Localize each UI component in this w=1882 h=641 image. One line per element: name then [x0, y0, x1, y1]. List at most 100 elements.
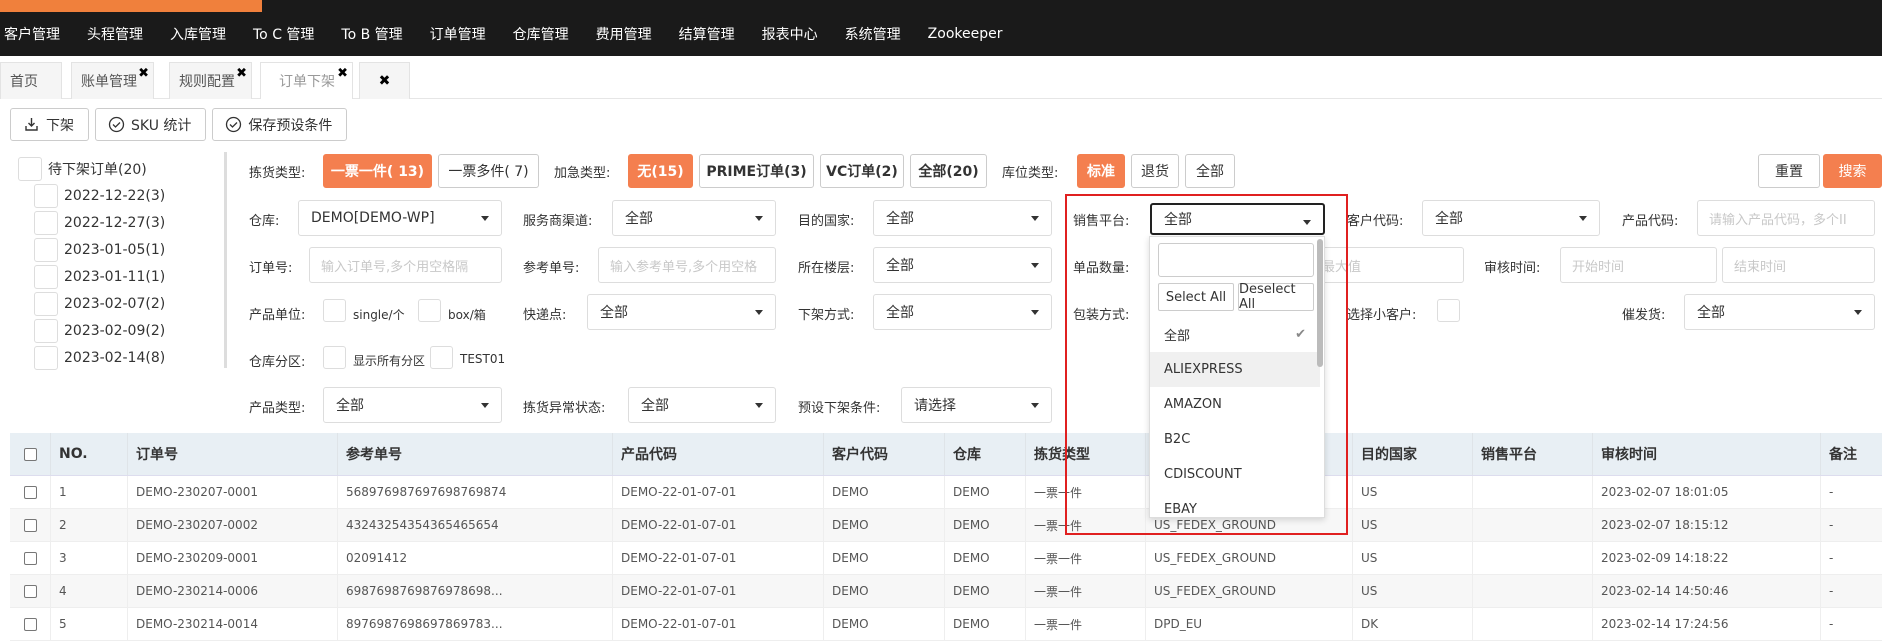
close-icon[interactable]: ✖	[138, 67, 149, 80]
tree-node[interactable]: 2023-01-05(1)	[18, 236, 218, 263]
row-checkbox[interactable]	[23, 518, 37, 532]
express-select[interactable]: 全部	[587, 294, 776, 330]
preset-value: 请选择	[914, 398, 956, 414]
product-type-select[interactable]: 全部	[323, 387, 502, 423]
tree-node[interactable]: 2022-12-27(3)	[18, 209, 218, 236]
pick-single-button[interactable]: 一票一件( 13)	[323, 154, 432, 188]
pick-exception-select[interactable]: 全部	[628, 387, 776, 423]
menu-item-inbound[interactable]: 入库管理	[170, 24, 226, 44]
close-icon[interactable]: ✖	[337, 67, 348, 80]
column-header-product-code[interactable]: 产品代码	[612, 433, 823, 475]
row-checkbox[interactable]	[23, 485, 37, 499]
column-header-platform[interactable]: 销售平台	[1472, 433, 1592, 475]
tree-node[interactable]: 2023-01-11(1)	[18, 263, 218, 290]
column-header-order-no[interactable]: 订单号	[127, 433, 337, 475]
tree-node[interactable]: 2023-02-14(8)	[18, 344, 218, 371]
audit-end-input[interactable]: 结束时间	[1722, 247, 1875, 283]
menu-item-first-leg[interactable]: 头程管理	[87, 24, 143, 44]
column-header-no[interactable]: NO.	[50, 433, 127, 475]
tree-root[interactable]: 待下架订单(20)	[18, 155, 218, 182]
zone-test-checkbox[interactable]	[430, 346, 453, 369]
menu-item-reports[interactable]: 报表中心	[762, 24, 818, 44]
search-button[interactable]: 搜索	[1823, 154, 1882, 188]
menu-item-tob[interactable]: To B 管理	[341, 24, 402, 44]
offshelf-mode-select[interactable]: 全部	[873, 294, 1052, 330]
tab-billing[interactable]: 账单管理 ✖	[71, 62, 154, 99]
menu-item-zookeeper[interactable]: Zookeeper	[928, 26, 1003, 42]
location-all-button[interactable]: 全部	[1185, 154, 1235, 188]
urgent-prime-button[interactable]: PRIME订单(3)	[699, 154, 814, 188]
menu-item-warehouse[interactable]: 仓库管理	[513, 24, 569, 44]
column-header-audit-time[interactable]: 审核时间	[1592, 433, 1820, 475]
customer-code-select[interactable]: 全部	[1422, 200, 1600, 236]
column-header-customer-code[interactable]: 客户代码	[823, 433, 944, 475]
tree-checkbox[interactable]	[34, 183, 58, 208]
urgent-vc-button[interactable]: VC订单(2)	[820, 154, 904, 188]
order-no-input[interactable]: 输入订单号,多个用空格隔	[309, 247, 502, 283]
location-standard-button[interactable]: 标准	[1077, 154, 1125, 188]
tree-checkbox[interactable]	[34, 291, 58, 316]
tree-checkbox[interactable]	[18, 156, 42, 181]
row-checkbox[interactable]	[23, 551, 37, 565]
unit-box-checkbox[interactable]	[418, 299, 441, 322]
menu-item-toc[interactable]: To C 管理	[253, 24, 314, 44]
row-checkbox[interactable]	[23, 584, 37, 598]
country-select[interactable]: 全部	[873, 200, 1052, 236]
table-body: 1 DEMO-230207-0001 5689769876976987698​74 D…	[10, 476, 1882, 641]
save-preset-button[interactable]: 保存预设条件	[212, 108, 348, 141]
menu-item-customer[interactable]: 客户管理	[4, 24, 60, 44]
pick-multi-button[interactable]: 一票多件( 7)	[438, 154, 539, 188]
tree-checkbox[interactable]	[34, 210, 58, 235]
tree-checkbox[interactable]	[34, 237, 58, 262]
preset-select[interactable]: 请选择	[901, 387, 1052, 423]
offshelf-button[interactable]: 下架	[10, 108, 89, 141]
warehouse-select[interactable]: DEMO[DEMO-WP]	[298, 200, 502, 236]
small-customer-checkbox[interactable]	[1437, 299, 1460, 322]
menu-item-orders[interactable]: 订单管理	[430, 24, 486, 44]
column-header-remark[interactable]: 备注	[1820, 433, 1882, 475]
menu-item-settlement[interactable]: 结算管理	[679, 24, 735, 44]
tab-label: 订单下架	[279, 74, 335, 90]
tree-node[interactable]: 2023-02-07(2)	[18, 290, 218, 317]
product-code-input[interactable]: 请输入产品代码，多个II	[1697, 200, 1875, 236]
tree-node-label: 2023-02-14(8)	[64, 349, 166, 366]
menu-item-system[interactable]: 系统管理	[845, 24, 901, 44]
ref-no-input[interactable]: 输入参考单号,多个用空格	[598, 247, 776, 283]
table-row[interactable]: 2 DEMO-230207-0002 43243254354365465654 DEM…	[10, 509, 1882, 542]
column-header-ref-no[interactable]: 参考单号	[337, 433, 612, 475]
close-all-tabs-button[interactable]: ✖	[359, 62, 410, 99]
table-row[interactable]: 1 DEMO-230207-0001 5689769876976987698​74 D…	[10, 476, 1882, 509]
location-return-button[interactable]: 退货	[1131, 154, 1179, 188]
menu-item-fees[interactable]: 费用管理	[596, 24, 652, 44]
row-checkbox[interactable]	[23, 617, 37, 631]
tree-node[interactable]: 2023-02-09(2)	[18, 317, 218, 344]
table-row[interactable]: 5 DEMO-230214-0014 8976987698697869783... D…	[10, 608, 1882, 641]
tab-order-offshelf[interactable]: 订单下架 ✖	[260, 62, 353, 99]
table-row[interactable]: 3 DEMO-230209-0001 02091412 DEMO-22-01-07-0…	[10, 542, 1882, 575]
urgent-all-button[interactable]: 全部(20)	[910, 154, 987, 188]
row-customer-code: DEMO	[823, 509, 944, 541]
tree-checkbox[interactable]	[34, 264, 58, 289]
column-header-warehouse[interactable]: 仓库	[944, 433, 1025, 475]
close-icon[interactable]: ✖	[236, 67, 247, 80]
urge-select[interactable]: 全部	[1684, 294, 1875, 330]
channel-select[interactable]: 全部	[612, 200, 776, 236]
unit-single-checkbox[interactable]	[323, 299, 346, 322]
urgent-none-button[interactable]: 无(15)	[628, 154, 693, 188]
zone-show-all-checkbox[interactable]	[323, 346, 346, 369]
floor-select[interactable]: 全部	[873, 247, 1052, 283]
tab-home[interactable]: 首页	[0, 62, 62, 99]
table-row[interactable]: 4 DEMO-230214-0006 6987698769876978698... D…	[10, 575, 1882, 608]
sku-stats-button[interactable]: SKU 统计	[95, 108, 207, 141]
tab-rules[interactable]: 规则配置 ✖	[169, 62, 252, 99]
customer-code-value: 全部	[1435, 211, 1463, 227]
row-pick-type: 一票一件	[1025, 542, 1145, 574]
preset-label: 预设下架条件:	[798, 401, 881, 416]
audit-start-input[interactable]: 开始时间	[1560, 247, 1717, 283]
tree-checkbox[interactable]	[34, 318, 58, 343]
column-header-country[interactable]: 目的国家	[1352, 433, 1472, 475]
reset-button[interactable]: 重置	[1758, 154, 1820, 188]
tree-checkbox[interactable]	[34, 345, 58, 370]
tree-node[interactable]: 2022-12-22(3)	[18, 182, 218, 209]
select-all-checkbox[interactable]	[23, 447, 37, 461]
